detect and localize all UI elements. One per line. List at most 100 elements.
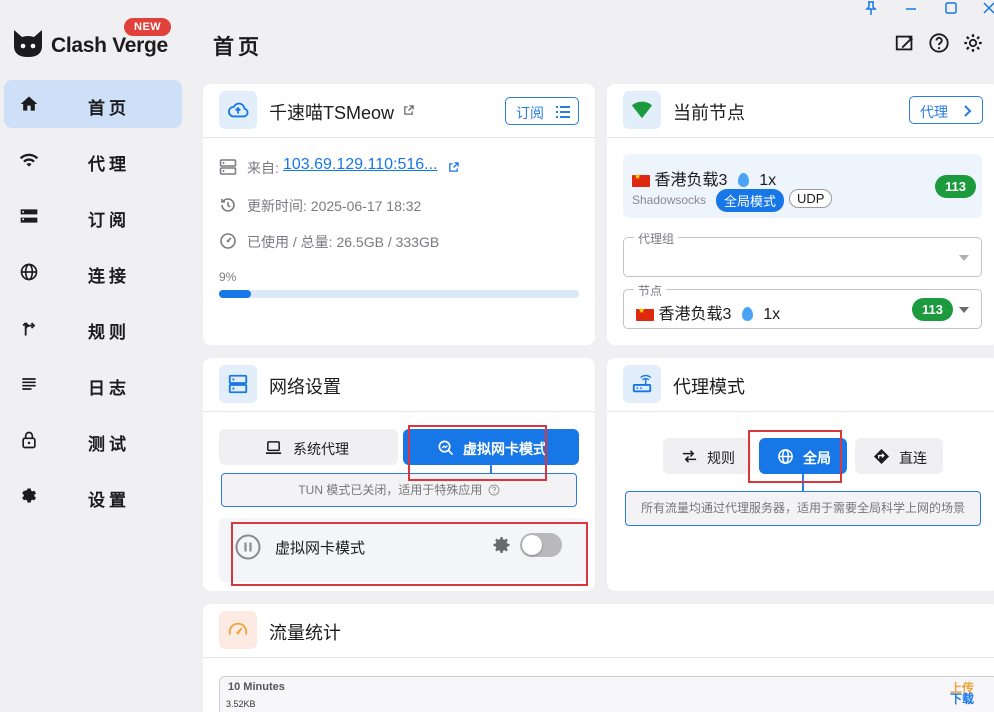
- window-controls: [864, 0, 994, 16]
- proxy-button[interactable]: 代理: [909, 96, 983, 124]
- tun-toggle[interactable]: [520, 533, 562, 557]
- source-link[interactable]: 103.69.129.110:516...: [283, 156, 438, 174]
- traffic-stats-card: 流量统计 10 Minutes 3.52KB 上传 下载: [203, 604, 994, 712]
- search-network-icon: [438, 440, 454, 456]
- sidebar-item-label: 日志: [88, 379, 130, 398]
- chart-y-max-label: 3.52KB: [226, 699, 256, 709]
- subscription-card-header: 千速喵TSMeow 订阅: [203, 84, 595, 138]
- sidebar-item-proxy[interactable]: 代理: [4, 136, 182, 184]
- sidebar-item-label: 首页: [88, 99, 130, 118]
- card-icon-box: [219, 365, 257, 403]
- hint-connector: [802, 474, 804, 491]
- node-latency-badge: 113: [912, 298, 953, 321]
- tun-mode-row: 虚拟网卡模式: [219, 518, 586, 582]
- chevron-down-icon: [959, 255, 969, 261]
- sidebar-item-label: 设置: [88, 491, 130, 510]
- node-select-value: 香港负载3 1x: [636, 300, 780, 324]
- proxy-button-label: 代理: [920, 104, 948, 120]
- subscription-button[interactable]: 订阅: [505, 97, 579, 125]
- source-label: 来自:: [247, 160, 279, 176]
- current-node-card-header: 当前节点 代理: [607, 84, 994, 138]
- open-link-icon[interactable]: [448, 162, 459, 173]
- current-node-card: 当前节点 代理 香港负载3 1x Shadowsocks 全局模式 UDP 11…: [607, 84, 994, 345]
- node-select-rate: 1x: [763, 306, 781, 323]
- pin-icon[interactable]: [864, 1, 878, 15]
- server-icon: [228, 374, 248, 394]
- toggle-knob: [522, 535, 542, 555]
- app-name: Clash Verge: [51, 34, 168, 57]
- subscription-button-label: 订阅: [516, 105, 544, 121]
- sidebar-item-rules[interactable]: 规则: [4, 304, 182, 352]
- sidebar-item-test[interactable]: 测试: [4, 416, 182, 464]
- node-select-name: 香港负载3: [658, 306, 732, 323]
- list-menu-icon: [556, 106, 570, 118]
- cat-logo-icon: [14, 30, 42, 57]
- app-logo: Clash Verge NEW: [12, 18, 187, 70]
- card-icon-box: [623, 365, 661, 403]
- settings-icon[interactable]: [962, 32, 984, 54]
- rule-mode-label: 规则: [707, 450, 735, 466]
- tun-row-label: 虚拟网卡模式: [275, 540, 366, 557]
- sidebar-item-home[interactable]: 首页: [4, 80, 182, 128]
- globe-icon: [778, 449, 793, 464]
- mode-tag: 全局模式: [716, 189, 785, 212]
- tun-hint-text: TUN 模式已关闭，适用于特殊应用: [298, 483, 483, 497]
- proxy-mode-title: 代理模式: [673, 377, 745, 397]
- traffic-title: 流量统计: [269, 623, 341, 643]
- laptop-icon: [265, 441, 282, 455]
- current-node-rate: 1x: [759, 172, 777, 189]
- chevron-right-icon: [964, 105, 972, 117]
- card-icon-box: [623, 91, 661, 129]
- sidebar-item-subscription[interactable]: 订阅: [4, 192, 182, 240]
- gear-icon[interactable]: [492, 535, 512, 555]
- gear-icon: [22, 488, 36, 503]
- sidebar-item-logs[interactable]: 日志: [4, 360, 182, 408]
- open-link-icon[interactable]: [403, 105, 414, 116]
- sidebar-item-label: 代理: [88, 155, 130, 174]
- direct-mode-button[interactable]: 直连: [855, 438, 943, 474]
- maximize-icon[interactable]: [944, 1, 958, 15]
- sidebar-item-label: 测试: [88, 435, 130, 454]
- node-select[interactable]: 节点 香港负载3 1x 113: [623, 282, 982, 329]
- swap-icon: [682, 450, 697, 463]
- speedometer-icon: [228, 622, 248, 635]
- tun-mode-button[interactable]: 虚拟网卡模式: [403, 429, 579, 465]
- help-icon[interactable]: [928, 32, 950, 54]
- update-time: 更新时间: 2025-06-17 18:32: [247, 198, 422, 214]
- tun-mode-label: 虚拟网卡模式: [463, 441, 547, 457]
- hint-connector: [490, 463, 492, 473]
- pause-circle-icon: [235, 534, 261, 560]
- wifi-icon: [19, 153, 39, 167]
- history-icon: [221, 198, 235, 212]
- router-icon: [632, 374, 652, 393]
- water-drop-icon: [737, 172, 749, 187]
- water-drop-icon: [741, 306, 753, 321]
- close-icon[interactable]: [982, 1, 994, 15]
- chart-range-label: 10 Minutes: [228, 681, 285, 693]
- system-proxy-label: 系统代理: [293, 441, 349, 457]
- globe-icon: [20, 263, 38, 281]
- lock-icon: [22, 431, 36, 449]
- traffic-card-header: 流量统计: [203, 604, 994, 658]
- usage-text: 已使用 / 总量: 26.5GB / 333GB: [247, 234, 440, 250]
- help-circle-icon[interactable]: [488, 484, 500, 496]
- edit-layout-icon[interactable]: [894, 32, 916, 54]
- minimize-icon[interactable]: [904, 1, 918, 15]
- sidebar-item-label: 连接: [88, 267, 130, 286]
- current-node-title: 当前节点: [673, 103, 745, 123]
- sidebar-item-label: 规则: [88, 323, 130, 342]
- proxy-mode-card-header: 代理模式: [607, 358, 994, 412]
- subscription-card: 千速喵TSMeow 订阅 来自: 103.69.129.110:516... 更…: [203, 84, 595, 345]
- system-proxy-button[interactable]: 系统代理: [219, 429, 398, 465]
- sidebar-item-connections[interactable]: 连接: [4, 248, 182, 296]
- sidebar-item-label: 订阅: [88, 211, 130, 230]
- header-actions: [894, 32, 990, 56]
- signal-icon: [631, 101, 653, 119]
- proxy-group-select[interactable]: 代理组: [623, 230, 982, 277]
- sidebar-item-settings[interactable]: 设置: [4, 472, 182, 520]
- storage-icon: [20, 209, 38, 223]
- node-select-label: 节点: [634, 282, 667, 299]
- rule-mode-button[interactable]: 规则: [663, 438, 751, 474]
- global-mode-button[interactable]: 全局: [759, 438, 847, 474]
- global-mode-label: 全局: [803, 450, 831, 466]
